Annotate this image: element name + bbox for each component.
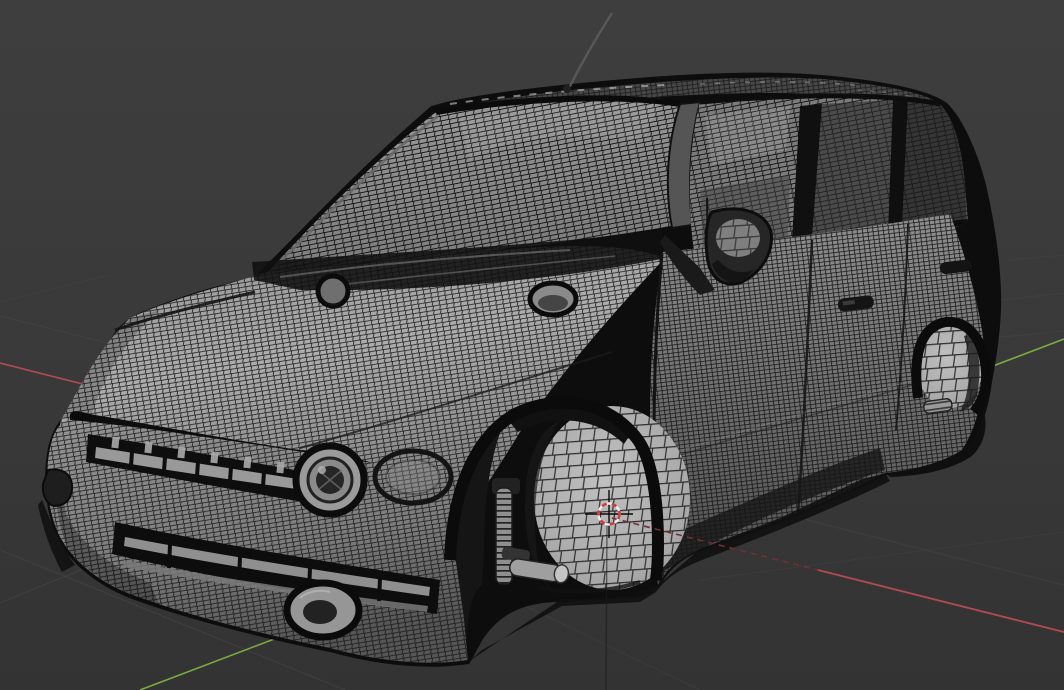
upper-headlight-left — [315, 273, 351, 309]
3d-viewport[interactable] — [0, 0, 1064, 690]
fog-lamp — [283, 579, 363, 641]
viewport-canvas — [0, 0, 1064, 690]
upper-headlight-right — [527, 280, 579, 318]
main-headlamp — [292, 442, 368, 518]
rear-door-window — [812, 100, 893, 238]
